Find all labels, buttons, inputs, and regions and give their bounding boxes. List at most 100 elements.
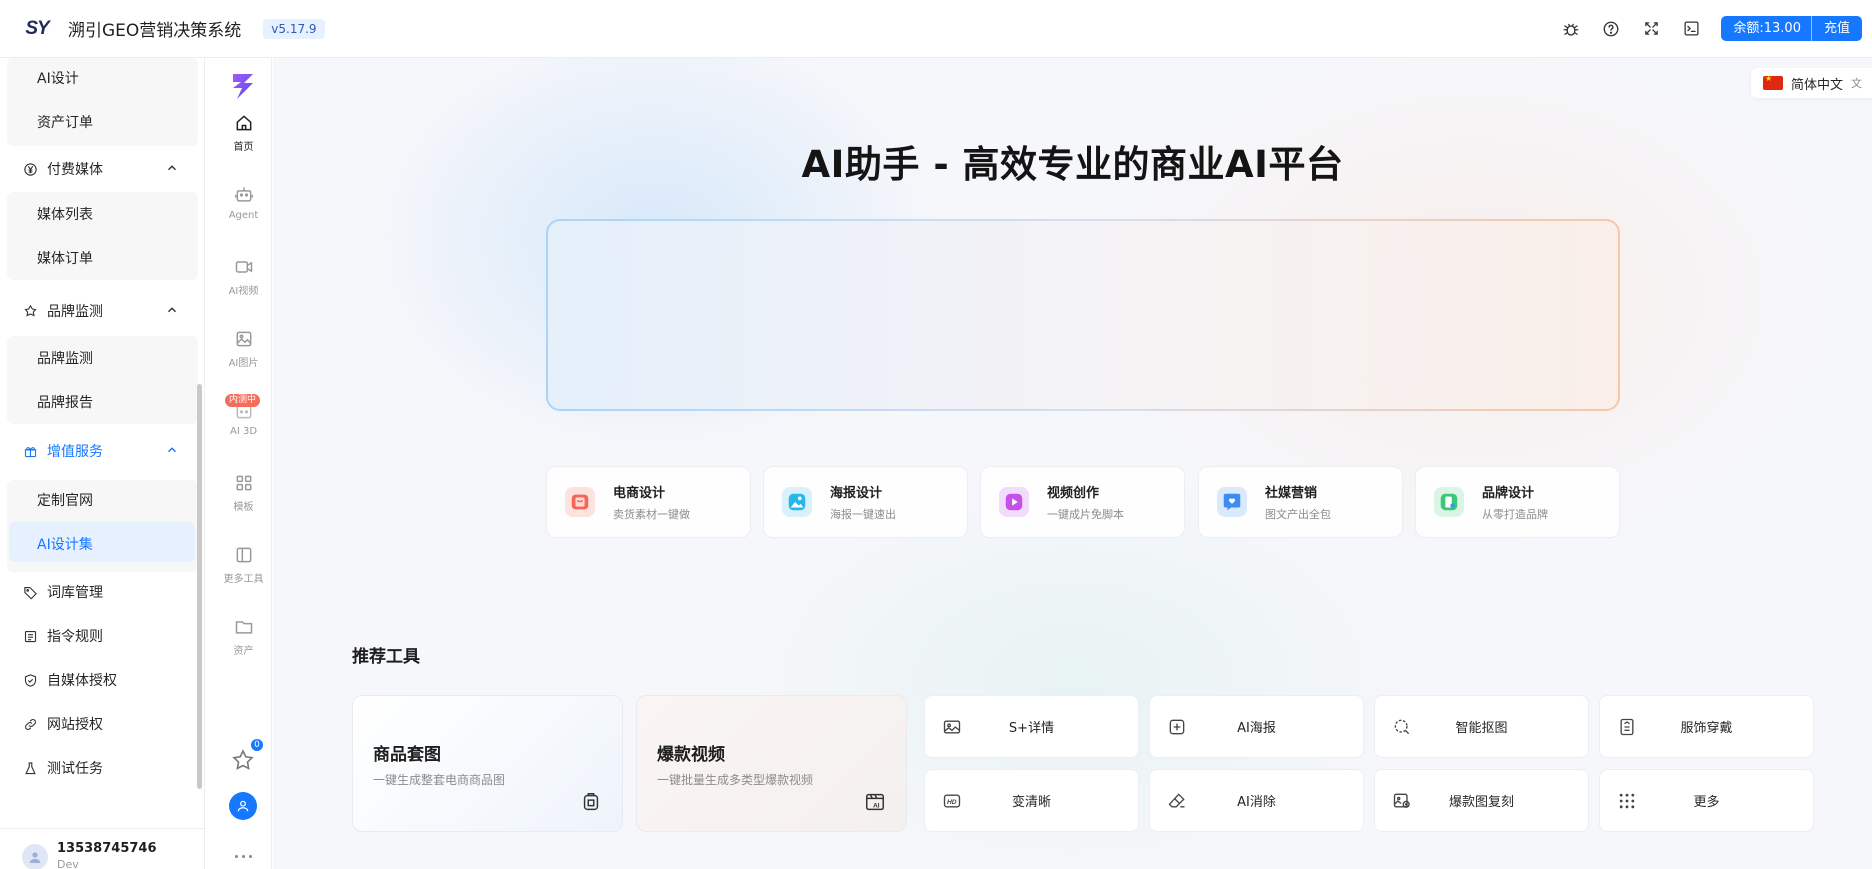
rail-item-more-tools[interactable]: 更多工具 [215, 544, 272, 585]
sidebar-item-brand-monitor-group[interactable]: 品牌监测 [0, 289, 204, 333]
bug-icon[interactable] [1551, 9, 1591, 49]
sidebar-item-media-orders[interactable]: 媒体订单 [0, 236, 204, 280]
rail-item-ai-video[interactable]: AI视频 [215, 256, 272, 297]
sidebar-item-label: 增值服务 [47, 444, 103, 460]
rail-item-label: 模板 [233, 502, 254, 513]
shield-check-icon [22, 672, 38, 688]
sidebar-item-rules[interactable]: 指令规则 [0, 614, 204, 658]
user-role: Dev [57, 858, 79, 869]
chevron-up-icon[interactable] [165, 443, 179, 457]
sidebar-item-label: 自媒体授权 [47, 673, 117, 689]
top-bar: SY 溯引GEO营销决策系统 v5.17.9 余额:13.00 充值 [0, 0, 1872, 58]
category-brand-design[interactable]: 品牌设计 从零打造品牌 [1415, 466, 1620, 538]
app-logo[interactable]: SY [22, 15, 52, 43]
link-icon [22, 716, 38, 732]
fullscreen-icon[interactable] [1631, 9, 1671, 49]
tool-viral-image-copy[interactable]: 爆款图复刻 [1374, 769, 1589, 832]
sidebar-item-label: 词库管理 [47, 585, 103, 601]
yen-circle-icon [22, 161, 38, 177]
shopping-bag-icon [565, 487, 595, 517]
more-dots-icon[interactable] [229, 848, 257, 864]
category-poster-design[interactable]: 海报设计海报一键速出 [763, 466, 968, 538]
svg-text:AI: AI [873, 803, 880, 810]
terminal-icon[interactable] [1671, 9, 1711, 49]
top-actions: 余额:13.00 充值 [1551, 9, 1862, 49]
sidebar-item-label: 品牌监测 [37, 351, 93, 367]
category-desc: 海报一键速出 [830, 508, 896, 521]
copy-image-icon [1391, 790, 1413, 812]
sidebar-item-label: 测试任务 [47, 761, 103, 777]
rail-item-ai-image[interactable]: AI图片 [215, 328, 272, 369]
tool-ai-erase[interactable]: AI消除 [1149, 769, 1364, 832]
tool-ai-poster[interactable]: AI海报 [1149, 695, 1364, 758]
chevron-up-icon[interactable] [165, 303, 179, 317]
image-icon [233, 328, 255, 350]
sidebar-item-label: AI设计集 [37, 537, 93, 553]
tool-product-image-set[interactable]: 商品套图 一键生成整套电商商品图 [352, 695, 623, 832]
hd-icon: HD [941, 790, 963, 812]
rail-item-ai-3d[interactable]: 内测中 AI 3D [215, 394, 272, 437]
tool-enhance-clarity[interactable]: HD 变清晰 [924, 769, 1139, 832]
sidebar-item-label: 品牌报告 [37, 395, 93, 411]
eraser-icon [1166, 790, 1188, 812]
language-label: 简体中文 [1790, 77, 1843, 93]
category-desc: 图文产出全包 [1265, 508, 1331, 521]
heart-chat-icon [1217, 487, 1247, 517]
version-badge: v5.17.9 [263, 18, 325, 39]
sidebar-item-ai-design[interactable]: AI设计 [0, 58, 204, 100]
sidebar-item-ai-design-set[interactable]: AI设计集 [0, 522, 204, 566]
rail-item-templates[interactable]: 模板 [215, 472, 272, 513]
tool-clothing-try-on[interactable]: 服饰穿戴 [1599, 695, 1814, 758]
lightning-logo-icon[interactable] [227, 70, 259, 102]
rail-item-label: AI 3D [229, 426, 258, 437]
tool-more[interactable]: 更多 [1599, 769, 1814, 832]
tool-viral-video[interactable]: 爆款视频 一键批量生成多类型爆款视频 AI [636, 695, 907, 832]
poster-icon [782, 487, 812, 517]
tool-s-plus-detail[interactable]: S+详情 [924, 695, 1139, 758]
sidebar-item-brand-monitor[interactable]: 品牌监测 [0, 336, 204, 380]
sidebar-scrollbar[interactable] [197, 384, 202, 789]
category-ecommerce-design[interactable]: 电商设计 卖货素材一键做 [546, 466, 751, 538]
tool-smart-cutout[interactable]: 智能抠图 [1374, 695, 1589, 758]
category-title: 海报设计 [830, 486, 883, 501]
help-icon[interactable] [1591, 9, 1631, 49]
category-video-creation[interactable]: 视频创作 一键成片免脚本 [980, 466, 1185, 538]
language-switcher[interactable]: 简体中文 文 [1750, 68, 1872, 98]
sidebar-item-site-auth[interactable]: 网站授权 [0, 702, 204, 746]
tool-title: 商品套图 [373, 745, 441, 765]
chevron-up-icon[interactable] [165, 161, 179, 175]
rail-item-home[interactable]: 首页 [215, 112, 272, 153]
sidebar-item-test-tasks[interactable]: 测试任务 [0, 746, 204, 790]
video-icon [233, 256, 255, 278]
sidebar-item-media-auth[interactable]: 自媒体授权 [0, 658, 204, 702]
folder-icon [233, 616, 255, 638]
detail-image-icon [941, 716, 963, 738]
sidebar-item-label: 品牌监测 [47, 304, 103, 320]
rail-item-label: 更多工具 [223, 574, 264, 585]
rail-item-assets[interactable]: 资产 [215, 616, 272, 657]
recharge-button[interactable]: 充值 [1812, 16, 1862, 41]
rail-item-agent[interactable]: Agent [215, 184, 272, 221]
panel-icon [233, 544, 255, 566]
home-icon [233, 112, 255, 134]
user-profile[interactable]: 13538745746 Dev [0, 828, 204, 869]
tool-title: 爆款视频 [657, 745, 725, 765]
ai-video-icon: AI [866, 793, 884, 811]
star-icon[interactable] [231, 748, 255, 772]
sidebar-item-media-list[interactable]: 媒体列表 [0, 192, 204, 236]
sidebar-item-label: 资产订单 [37, 115, 93, 131]
sidebar-item-value-added[interactable]: 增值服务 [0, 429, 204, 473]
balance-button[interactable]: 余额:13.00 充值 [1721, 16, 1862, 41]
sidebar-item-paid-media[interactable]: 付费媒体 [0, 147, 204, 191]
sidebar-item-brand-report[interactable]: 品牌报告 [0, 380, 204, 424]
category-social-marketing[interactable]: 社媒营销 图文产出全包 [1198, 466, 1403, 538]
sidebar-item-asset-orders[interactable]: 资产订单 [0, 100, 204, 144]
brand-icon [22, 303, 38, 319]
sidebar-item-custom-site[interactable]: 定制官网 [0, 478, 204, 522]
user-phone: 13538745746 [57, 841, 157, 856]
sidebar-item-lexicon[interactable]: 词库管理 [0, 570, 204, 614]
category-desc: 从零打造品牌 [1482, 508, 1548, 521]
product-set-icon [583, 793, 599, 811]
prompt-input[interactable] [548, 221, 1618, 409]
user-avatar-button[interactable] [229, 792, 257, 820]
